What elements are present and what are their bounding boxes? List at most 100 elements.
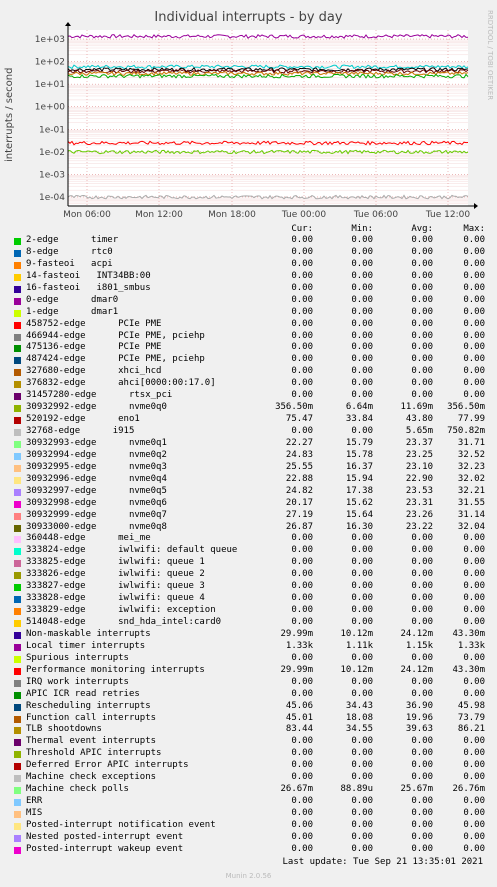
legend-series-name: 514048-edge snd_hda_intel:card0 — [26, 617, 222, 627]
legend-cur-value: 0.00 — [291, 258, 313, 269]
legend-series-name: 30932998-edge nvme0q6 — [26, 497, 167, 508]
legend-max-value: 0.00 — [463, 378, 485, 389]
legend-max-value: 0.00 — [463, 760, 485, 771]
legend-row: 333826-edge iwlwifi: queue 2 0.00 0.00 0.00… — [0, 569, 497, 581]
legend-series-name: 30932994-edge nvme0q2 — [26, 449, 167, 460]
legend-swatch — [14, 393, 21, 401]
legend-avg-value: 23.25 — [405, 449, 433, 460]
legend-swatch — [14, 596, 21, 604]
legend-max-value: 31.14 — [457, 509, 485, 520]
legend-max-value: 77.99 — [457, 414, 485, 425]
legend-max-value: 0.00 — [463, 581, 485, 592]
legend-swatch — [14, 584, 21, 592]
legend-min-value: 0.00 — [351, 581, 373, 592]
legend-cur-value: 0.00 — [291, 533, 313, 544]
last-update: Last update: Tue Sep 21 13:35:01 2021 — [282, 857, 483, 867]
legend-swatch — [14, 846, 21, 854]
legend-avg-value: 0.00 — [411, 366, 433, 377]
legend-row: Posted-interrupt wakeup event 0.00 0.00 0.0… — [0, 844, 497, 856]
legend-row: 2-edge timer 0.00 0.00 0.00 0.00 — [0, 235, 497, 247]
legend-avg-value: 24.12m — [400, 628, 433, 639]
legend-min-value: 33.84 — [345, 414, 373, 425]
legend-series-name: 30932993-edge nvme0q1 — [26, 437, 167, 448]
legend-row: Performance monitoring interrupts 29.99m 1… — [0, 665, 497, 677]
legend-avg-value: 0.00 — [411, 378, 433, 389]
y-axis-arrow — [65, 22, 71, 26]
legend-series-name: Spurious interrupts — [26, 652, 129, 663]
legend-max-value: 32.02 — [457, 473, 485, 484]
legend-avg-value: 0.00 — [411, 342, 433, 353]
legend-min-value: 0.00 — [351, 318, 373, 329]
legend-series-name: 487424-edge PCIe PME, pciehp — [26, 354, 205, 365]
legend-avg-value: 23.53 — [405, 485, 433, 496]
legend-cur-value: 0.00 — [291, 819, 313, 830]
legend-min-value: 0.00 — [351, 772, 373, 783]
y-tick-label: 1e+02 — [35, 58, 65, 68]
legend-cur-value: 0.00 — [291, 270, 313, 281]
legend-cur-value: 0.00 — [291, 282, 313, 293]
legend-min-value: 0.00 — [351, 676, 373, 687]
legend-cur-value: 0.00 — [291, 736, 313, 747]
legend-min-value: 0.00 — [351, 545, 373, 556]
legend-avg-value: 0.00 — [411, 330, 433, 341]
legend-swatch — [14, 536, 21, 544]
legend-swatch — [14, 608, 21, 616]
legend-swatch — [14, 799, 21, 807]
legend-min-value: 0.00 — [351, 282, 373, 293]
legend-row: Machine check polls 26.67m 88.89u 25.67m 26.… — [0, 784, 497, 796]
legend-cur-value: 0.00 — [291, 652, 313, 663]
legend-max-value: 0.00 — [463, 342, 485, 353]
x-tick-label: Tue 00:00 — [281, 210, 326, 220]
legend-swatch — [14, 429, 21, 436]
legend-avg-value: 0.00 — [411, 760, 433, 771]
legend-max-value: 0.00 — [463, 593, 485, 604]
legend-series-name: 333828-edge iwlwifi: queue 4 — [26, 593, 205, 604]
legend-series-name: Function call interrupts — [26, 712, 157, 723]
legend-swatch — [14, 775, 21, 783]
legend-avg-value: 0.00 — [411, 545, 433, 556]
legend-avg-value: 23.31 — [405, 497, 433, 508]
legend-max-value: 0.00 — [463, 617, 485, 627]
legend-min-value: 0.00 — [351, 258, 373, 269]
legend-min-value: 0.00 — [351, 378, 373, 389]
legend-cur-value: 356.50m — [275, 402, 313, 413]
legend-row: TLB shootdowns 83.44 34.55 39.63 86.21 — [0, 724, 497, 736]
legend-max-value: 0.00 — [463, 843, 485, 854]
legend-swatch — [14, 524, 21, 532]
legend-cur-value: 22.27 — [285, 437, 313, 448]
legend-min-value: 0.00 — [351, 235, 373, 245]
legend-row: Spurious interrupts 0.00 0.00 0.00 0.00 — [0, 653, 497, 665]
legend-min-value: 0.00 — [351, 605, 373, 616]
legend-min-value: 0.00 — [351, 390, 373, 401]
legend-avg-value: 0.00 — [411, 748, 433, 759]
legend-cur-value: 27.19 — [285, 509, 313, 520]
legend-min-value: 15.79 — [345, 437, 373, 448]
legend-series-name: MIS — [26, 808, 43, 818]
legend-cur-value: 0.00 — [291, 342, 313, 353]
legend-max-value: 43.30m — [452, 628, 485, 639]
legend-min-value: 0.00 — [351, 843, 373, 854]
legend-series-name: Local timer interrupts — [26, 640, 146, 651]
legend-max-value: 0.00 — [463, 748, 485, 759]
legend-swatch — [14, 512, 21, 520]
legend-swatch — [14, 440, 21, 448]
legend-series-name: Rescheduling interrupts — [26, 700, 151, 711]
legend-min-value: 0.00 — [351, 354, 373, 365]
legend-row: 333825-edge iwlwifi: queue 1 0.00 0.00 0.00… — [0, 557, 497, 569]
legend-row: Thermal event interrupts 0.00 0.00 0.00 0.00 — [0, 736, 497, 748]
legend-swatch — [14, 357, 21, 365]
legend-row: Function call interrupts 45.01 18.08 19.96 7… — [0, 713, 497, 725]
legend-swatch — [14, 345, 21, 353]
legend-series-name: 520192-edge eno1 — [26, 414, 140, 425]
legend-swatch — [14, 751, 21, 759]
legend-min-value: 0.00 — [351, 688, 373, 699]
legend-swatch — [14, 739, 21, 747]
y-tick-label: 1e-01 — [39, 125, 65, 135]
legend-series-name: 333826-edge iwlwifi: queue 2 — [26, 569, 205, 580]
legend-swatch — [14, 691, 21, 699]
legend-row: 30932997-edge nvme0q5 24.82 17.38 23.53 32.2… — [0, 486, 497, 498]
legend-min-value: 0.00 — [351, 819, 373, 830]
legend-row: 360448-edge mei_me 0.00 0.00 0.00 0.00 — [0, 533, 497, 545]
legend-avg-value: 36.90 — [405, 700, 433, 711]
legend-series-name: 16-fasteoi i801_smbus — [26, 282, 151, 293]
